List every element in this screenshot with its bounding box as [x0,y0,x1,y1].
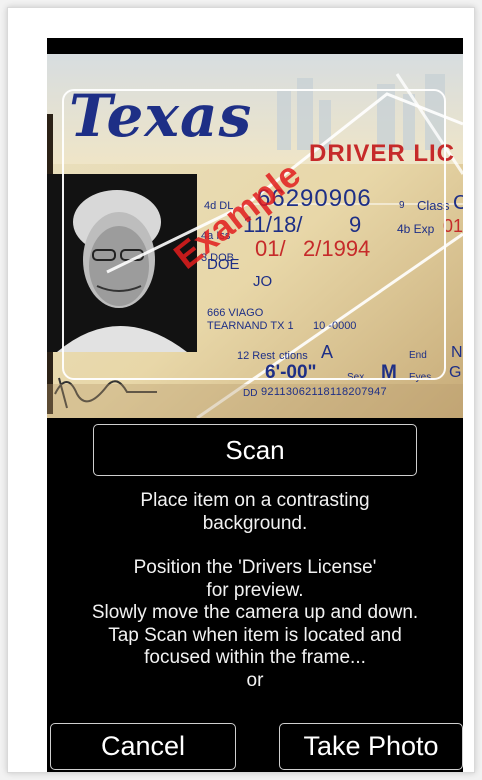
instruction-line: background. [202,512,308,534]
scan-button[interactable]: Scan [93,424,417,476]
app-screen: Texas DRIVER LIC 4d DL 66290906 9 Class … [47,38,463,772]
license-exp-value: 01 [443,216,463,236]
license-dd-number: 92113062118118207947 [261,386,387,398]
license-eye-value: G [449,364,462,381]
camera-preview[interactable]: Texas DRIVER LIC 4d DL 66290906 9 Class … [47,54,463,418]
scan-instructions: Place item on a contrasting background. … [47,490,463,692]
instruction-line: Tap Scan when item is located and [108,624,402,646]
license-end-value: N [451,344,463,361]
instruction-line: Place item on a contrasting [140,490,370,511]
instruction-or: or [246,669,264,691]
instruction-spacer [47,535,463,557]
cancel-button[interactable]: Cancel [50,723,236,770]
license-class-value: C [453,192,463,214]
phone-frame: Texas DRIVER LIC 4d DL 66290906 9 Class … [7,7,475,773]
instruction-line: Slowly move the camera up and down. [91,602,419,623]
scan-frame-overlay [62,89,446,380]
take-photo-button[interactable]: Take Photo [279,723,463,770]
instruction-line: for preview. [206,579,304,601]
license-dd-label: DD [243,388,258,399]
instruction-line: Position the 'Drivers License' [133,557,377,578]
instruction-line: focused within the frame... [144,647,366,668]
